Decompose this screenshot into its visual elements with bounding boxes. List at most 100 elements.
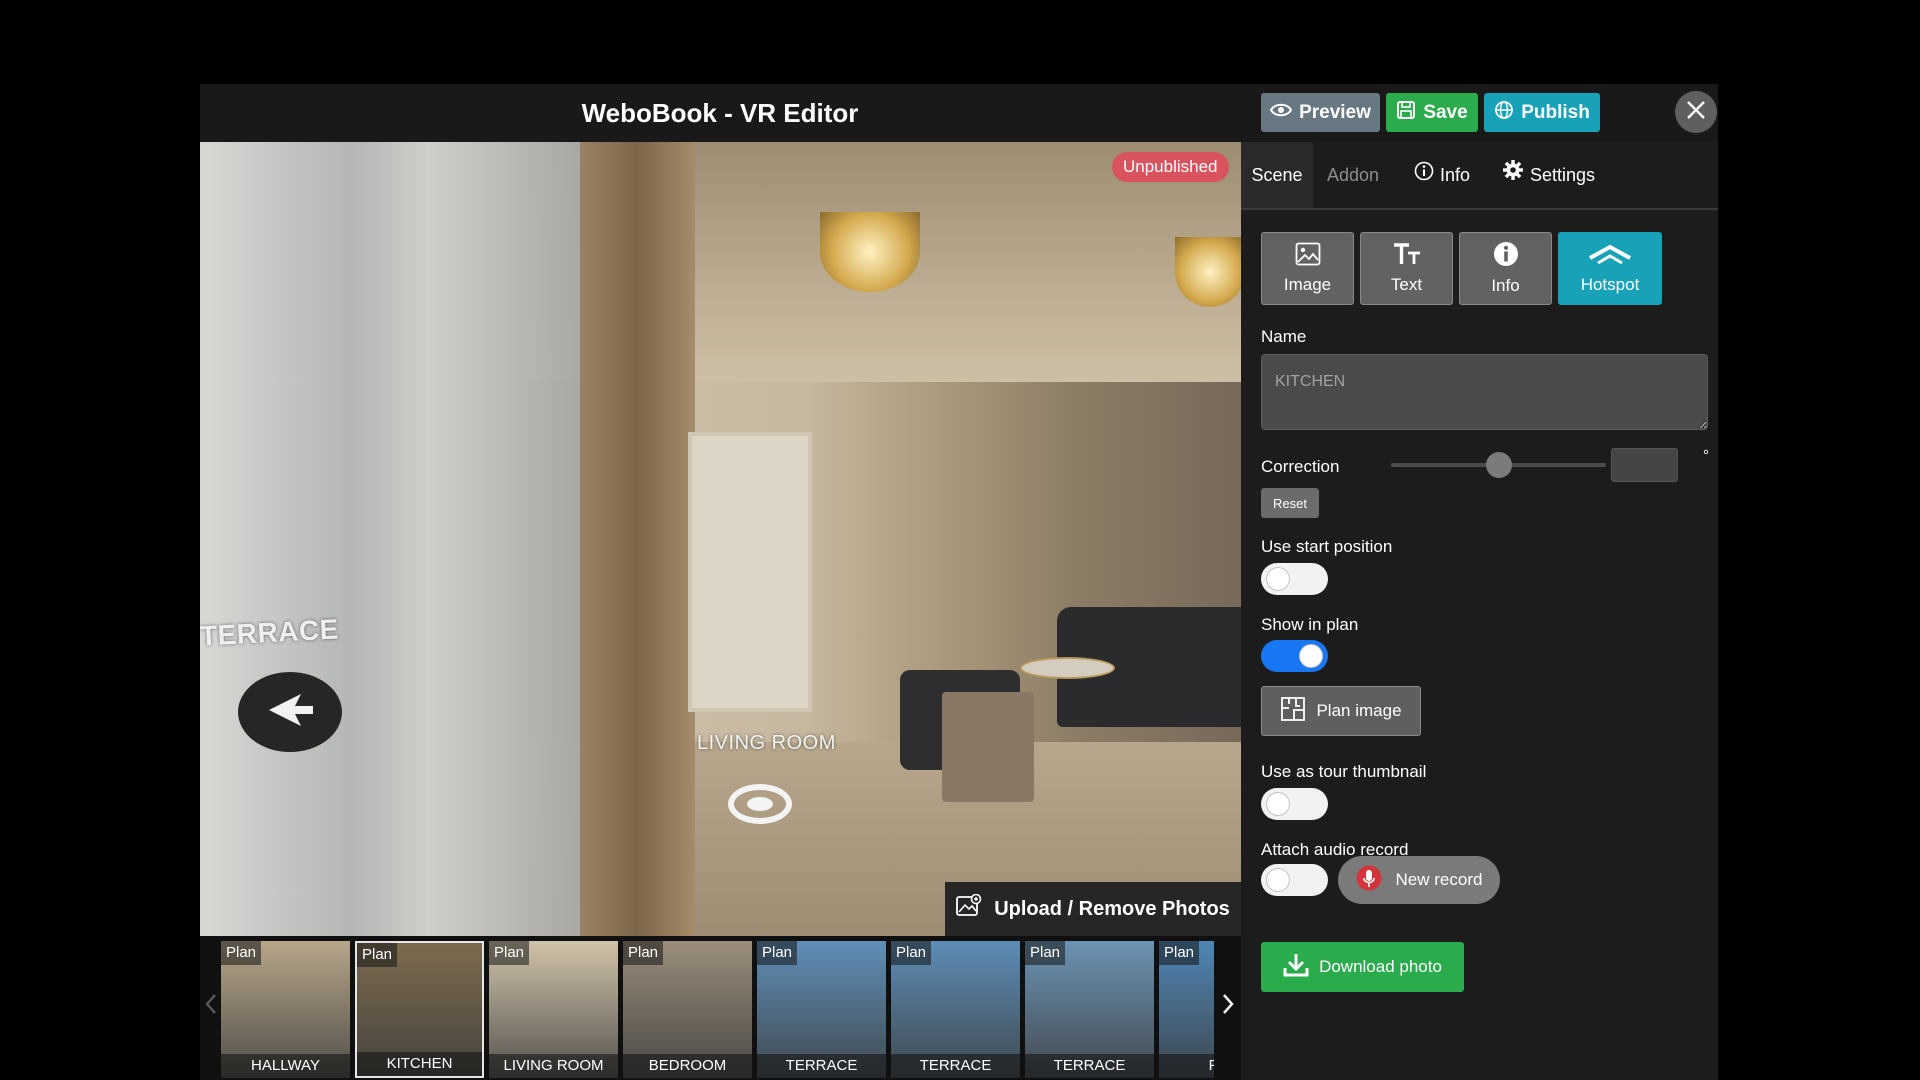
window-curtains bbox=[200, 142, 580, 936]
start-position-toggle[interactable] bbox=[1261, 563, 1328, 595]
tab-info[interactable]: Info bbox=[1414, 142, 1470, 208]
toggle-knob bbox=[1267, 869, 1289, 891]
panel-tabs: Scene Addon Info Settings bbox=[1241, 142, 1718, 210]
hotspot-chevron-icon bbox=[1588, 242, 1632, 271]
preview-label: Preview bbox=[1299, 101, 1371, 123]
scene-thumbnail[interactable]: Plan TERRACE bbox=[1025, 941, 1154, 1078]
thumbnail-plan-tag: Plan bbox=[1025, 941, 1066, 965]
floppy-disk-icon bbox=[1396, 100, 1416, 126]
scene-thumbnail[interactable]: Plan TERRACE bbox=[757, 941, 886, 1078]
degree-unit: ° bbox=[1703, 447, 1709, 464]
tab-info-label: Info bbox=[1440, 165, 1471, 185]
scene-thumbnail-strip: Plan HALLWAY Plan KITCHEN Plan LIVING ROOM Pla… bbox=[200, 936, 1241, 1080]
thumbnail-plan-tag: Plan bbox=[1159, 941, 1200, 965]
toggle-knob bbox=[1300, 645, 1322, 667]
hotspot-terrace[interactable] bbox=[238, 672, 342, 752]
download-photo-button[interactable]: Download photo bbox=[1261, 942, 1464, 992]
tab-addon[interactable]: Addon bbox=[1327, 142, 1379, 208]
scene-thumbnail[interactable]: Plan PAN bbox=[1159, 941, 1214, 1078]
correction-label: Correction bbox=[1261, 457, 1340, 476]
room-door bbox=[688, 432, 812, 712]
chevron-right-icon bbox=[1222, 993, 1234, 1020]
tab-scene-label: Scene bbox=[1251, 165, 1303, 185]
thumbnail-name: BEDROOM bbox=[623, 1054, 752, 1078]
upload-remove-photos-button[interactable]: Upload / Remove Photos bbox=[945, 882, 1241, 936]
close-button[interactable] bbox=[1675, 91, 1717, 133]
scene-thumbnail[interactable]: Plan HALLWAY bbox=[221, 941, 350, 1078]
scene-thumbnail[interactable]: Plan LIVING ROOM bbox=[489, 941, 618, 1078]
scene-name-field[interactable]: KITCHEN bbox=[1261, 354, 1708, 430]
thumbnail-plan-tag: Plan bbox=[623, 941, 664, 965]
toggle-knob bbox=[1267, 568, 1289, 590]
correction-value-input[interactable] bbox=[1611, 448, 1678, 482]
thumbnail-list: Plan HALLWAY Plan KITCHEN Plan LIVING ROOM Pla… bbox=[221, 941, 1214, 1080]
thumbnail-plan-tag: Plan bbox=[891, 941, 932, 965]
thumbnail-plan-tag: Plan bbox=[357, 943, 398, 967]
scene-thumbnail[interactable]: Plan BEDROOM bbox=[623, 941, 752, 1078]
plan-image-button[interactable]: Plan image bbox=[1261, 686, 1421, 736]
toggle-knob bbox=[1267, 793, 1289, 815]
scene-thumbnail[interactable]: Plan KITCHEN bbox=[355, 941, 484, 1078]
add-hotspot-button[interactable]: Hotspot bbox=[1558, 232, 1662, 305]
image-upload-icon bbox=[956, 893, 982, 924]
app-title: WeboBook - VR Editor bbox=[581, 98, 859, 128]
info-circle-icon bbox=[1414, 142, 1434, 208]
tab-addon-label: Addon bbox=[1327, 165, 1380, 185]
strip-next-button[interactable] bbox=[1217, 986, 1239, 1026]
tab-scene[interactable]: Scene bbox=[1241, 142, 1313, 208]
add-info-button[interactable]: Info bbox=[1459, 232, 1552, 305]
thumbnail-name: KITCHEN bbox=[357, 1052, 482, 1076]
tour-thumbnail-label: Use as tour thumbnail bbox=[1261, 762, 1427, 781]
save-label: Save bbox=[1423, 101, 1468, 123]
text-label: Text bbox=[1390, 275, 1423, 294]
reset-button[interactable]: Reset bbox=[1261, 488, 1319, 518]
drape bbox=[580, 142, 695, 936]
hotspot-living-room[interactable] bbox=[728, 784, 792, 824]
editor-header: WeboBook - VR Editor Preview Save Publis… bbox=[200, 84, 1718, 142]
thumbnail-name: PAN bbox=[1159, 1054, 1214, 1078]
thumbnail-plan-tag: Plan bbox=[221, 941, 262, 965]
add-image-button[interactable]: Image bbox=[1261, 232, 1354, 305]
scene-thumbnail[interactable]: Plan TERRACE bbox=[891, 941, 1020, 1078]
tab-settings-label: Settings bbox=[1530, 165, 1596, 185]
ring-dot-icon bbox=[747, 797, 773, 811]
thumbnail-name: TERRACE bbox=[1025, 1054, 1154, 1078]
download-label: Download photo bbox=[1319, 957, 1442, 976]
save-button[interactable]: Save bbox=[1386, 93, 1478, 132]
preview-button[interactable]: Preview bbox=[1261, 93, 1380, 132]
tour-thumbnail-toggle[interactable] bbox=[1261, 788, 1328, 820]
vr-editor-window: WeboBook - VR Editor Preview Save Publis… bbox=[200, 84, 1718, 1080]
panorama-viewer[interactable]: Unpublished TERRACE LIVING ROOM Upload /… bbox=[200, 142, 1241, 936]
thumbnail-name: TERRACE bbox=[757, 1054, 886, 1078]
hotspot-label: Hotspot bbox=[1580, 275, 1640, 294]
publish-button[interactable]: Publish bbox=[1484, 93, 1600, 132]
download-icon bbox=[1283, 952, 1309, 983]
gear-icon bbox=[1502, 142, 1524, 208]
thumbnail-plan-tag: Plan bbox=[489, 941, 530, 965]
start-position-label: Use start position bbox=[1261, 537, 1393, 556]
chevron-left-icon bbox=[205, 993, 217, 1020]
name-label: Name bbox=[1261, 327, 1307, 346]
microphone-icon bbox=[1356, 865, 1382, 896]
audio-record-toggle[interactable] bbox=[1261, 864, 1328, 896]
floor-plan-icon bbox=[1280, 696, 1306, 727]
info-label: Info bbox=[1491, 276, 1520, 295]
upload-label: Upload / Remove Photos bbox=[994, 897, 1230, 920]
show-in-plan-toggle[interactable] bbox=[1261, 640, 1328, 672]
show-in-plan-label: Show in plan bbox=[1261, 615, 1359, 634]
eye-icon bbox=[1269, 102, 1293, 124]
thumbnail-name: LIVING ROOM bbox=[489, 1054, 618, 1078]
strip-prev-button[interactable] bbox=[200, 986, 222, 1026]
globe-icon bbox=[1494, 100, 1514, 126]
correction-slider-handle[interactable] bbox=[1486, 452, 1512, 478]
tab-settings[interactable]: Settings bbox=[1502, 142, 1595, 208]
status-badge: Unpublished bbox=[1112, 152, 1229, 182]
thumbnail-name: TERRACE bbox=[891, 1054, 1020, 1078]
chandelier-right bbox=[1175, 237, 1241, 307]
ottoman bbox=[942, 692, 1034, 802]
image-icon bbox=[1295, 242, 1321, 271]
close-icon bbox=[1686, 100, 1706, 125]
hotspot-label-living-room: LIVING ROOM bbox=[697, 732, 836, 754]
add-text-button[interactable]: Text bbox=[1360, 232, 1453, 305]
new-record-button[interactable]: New record bbox=[1338, 856, 1500, 904]
